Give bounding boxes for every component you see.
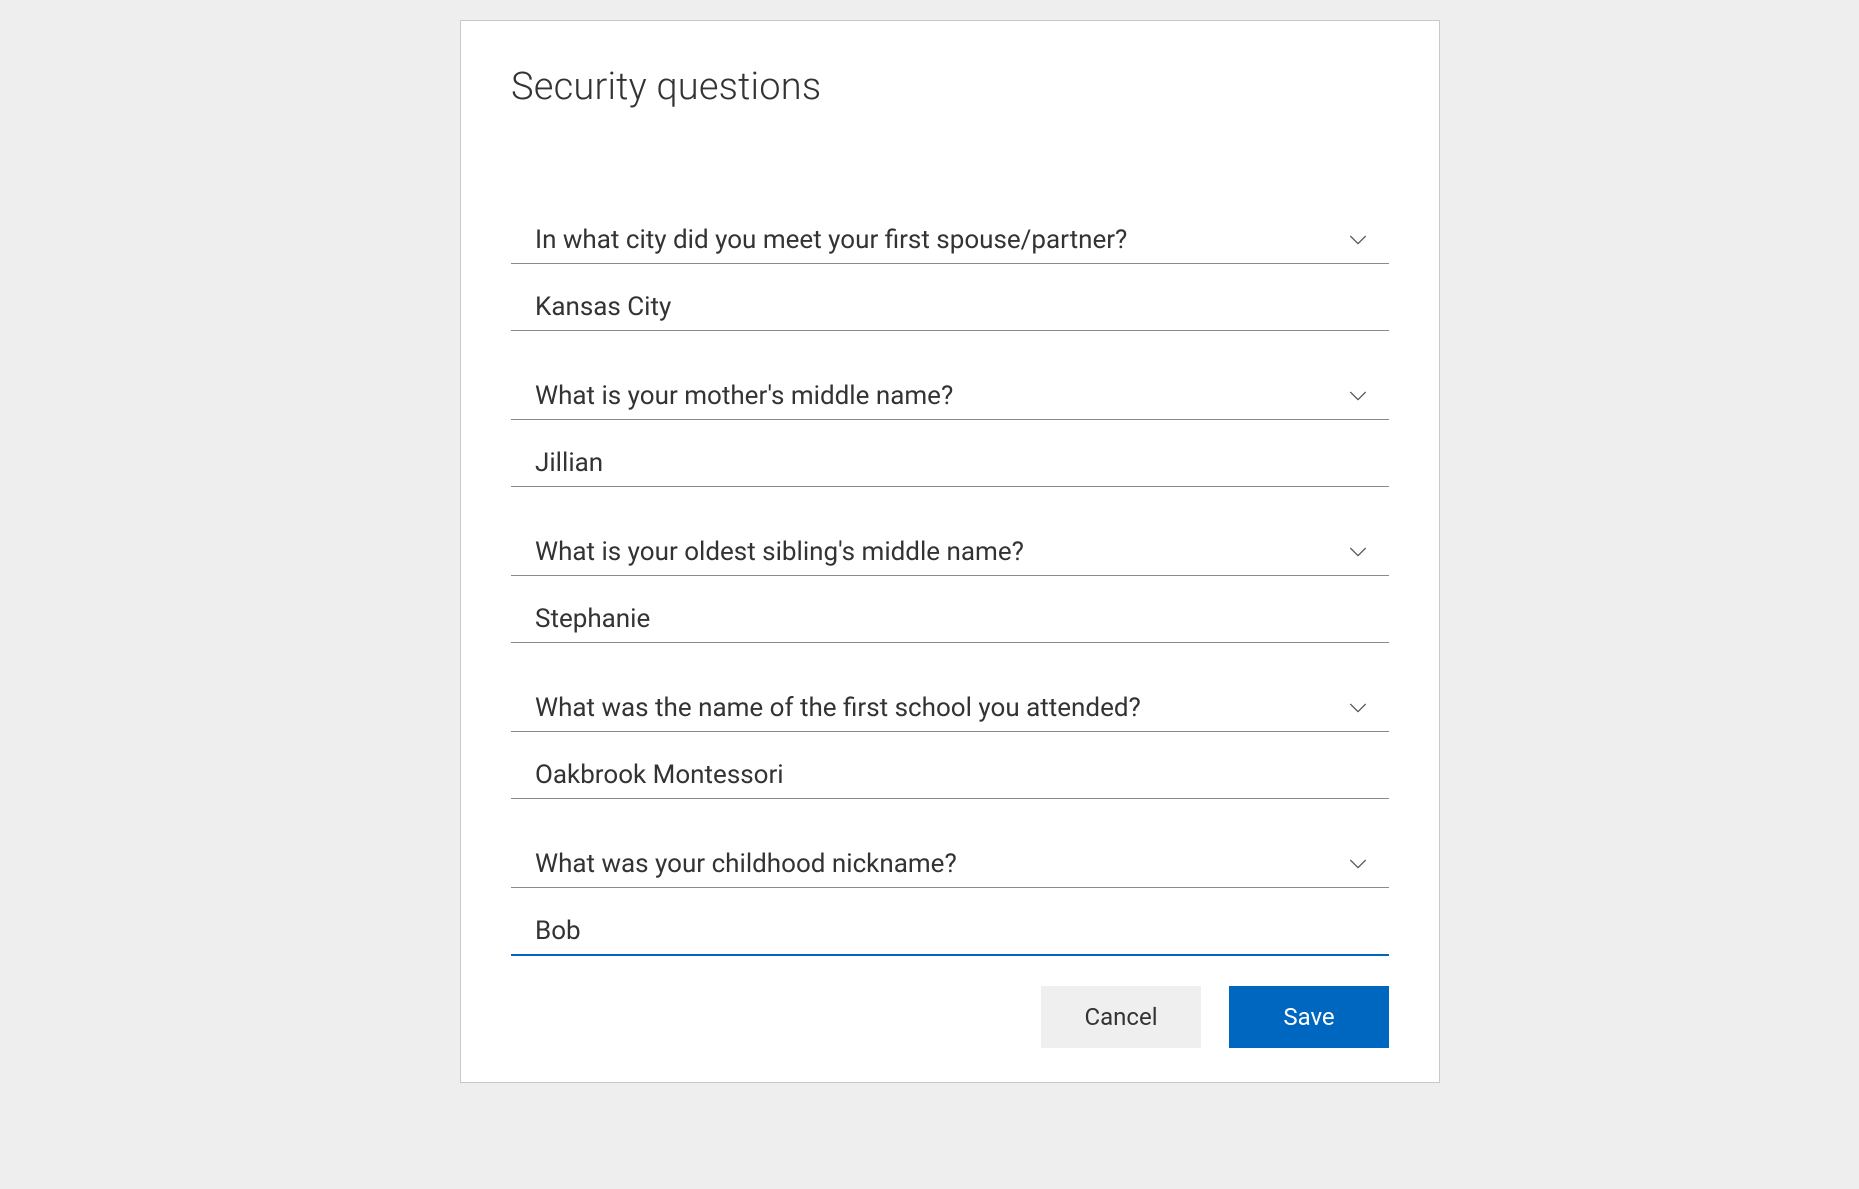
chevron-down-icon (1347, 385, 1369, 407)
chevron-down-icon (1347, 541, 1369, 563)
security-questions-dialog: Security questions In what city did you … (460, 20, 1440, 1083)
question-label: What was the name of the first school yo… (535, 693, 1141, 723)
answer-field-row (511, 910, 1389, 956)
answer-field-row (511, 598, 1389, 643)
question-dropdown[interactable]: What was the name of the first school yo… (511, 687, 1389, 732)
chevron-down-icon (1347, 697, 1369, 719)
security-question-group: What is your oldest sibling's middle nam… (511, 531, 1389, 643)
security-question-group: What was your childhood nickname? (511, 843, 1389, 956)
security-question-group: What is your mother's middle name? (511, 375, 1389, 487)
answer-field-row (511, 754, 1389, 799)
page-background: Security questions In what city did you … (0, 0, 1859, 1189)
answer-field-row (511, 286, 1389, 331)
dialog-button-row: Cancel Save (511, 986, 1389, 1048)
answer-input[interactable] (511, 442, 1389, 486)
question-dropdown[interactable]: In what city did you meet your first spo… (511, 219, 1389, 264)
security-questions-list: In what city did you meet your first spo… (511, 219, 1389, 956)
question-dropdown[interactable]: What was your childhood nickname? (511, 843, 1389, 888)
answer-input[interactable] (511, 286, 1389, 330)
chevron-down-icon (1347, 229, 1369, 251)
security-question-group: In what city did you meet your first spo… (511, 219, 1389, 331)
chevron-down-icon (1347, 853, 1369, 875)
answer-input[interactable] (511, 910, 1389, 954)
answer-input[interactable] (511, 598, 1389, 642)
save-button[interactable]: Save (1229, 986, 1389, 1048)
question-dropdown[interactable]: What is your oldest sibling's middle nam… (511, 531, 1389, 576)
question-label: What is your mother's middle name? (535, 381, 953, 411)
question-label: In what city did you meet your first spo… (535, 225, 1127, 255)
security-question-group: What was the name of the first school yo… (511, 687, 1389, 799)
question-dropdown[interactable]: What is your mother's middle name? (511, 375, 1389, 420)
answer-input[interactable] (511, 754, 1389, 798)
dialog-title: Security questions (511, 65, 1389, 109)
question-label: What is your oldest sibling's middle nam… (535, 537, 1024, 567)
question-label: What was your childhood nickname? (535, 849, 957, 879)
answer-field-row (511, 442, 1389, 487)
cancel-button[interactable]: Cancel (1041, 986, 1201, 1048)
